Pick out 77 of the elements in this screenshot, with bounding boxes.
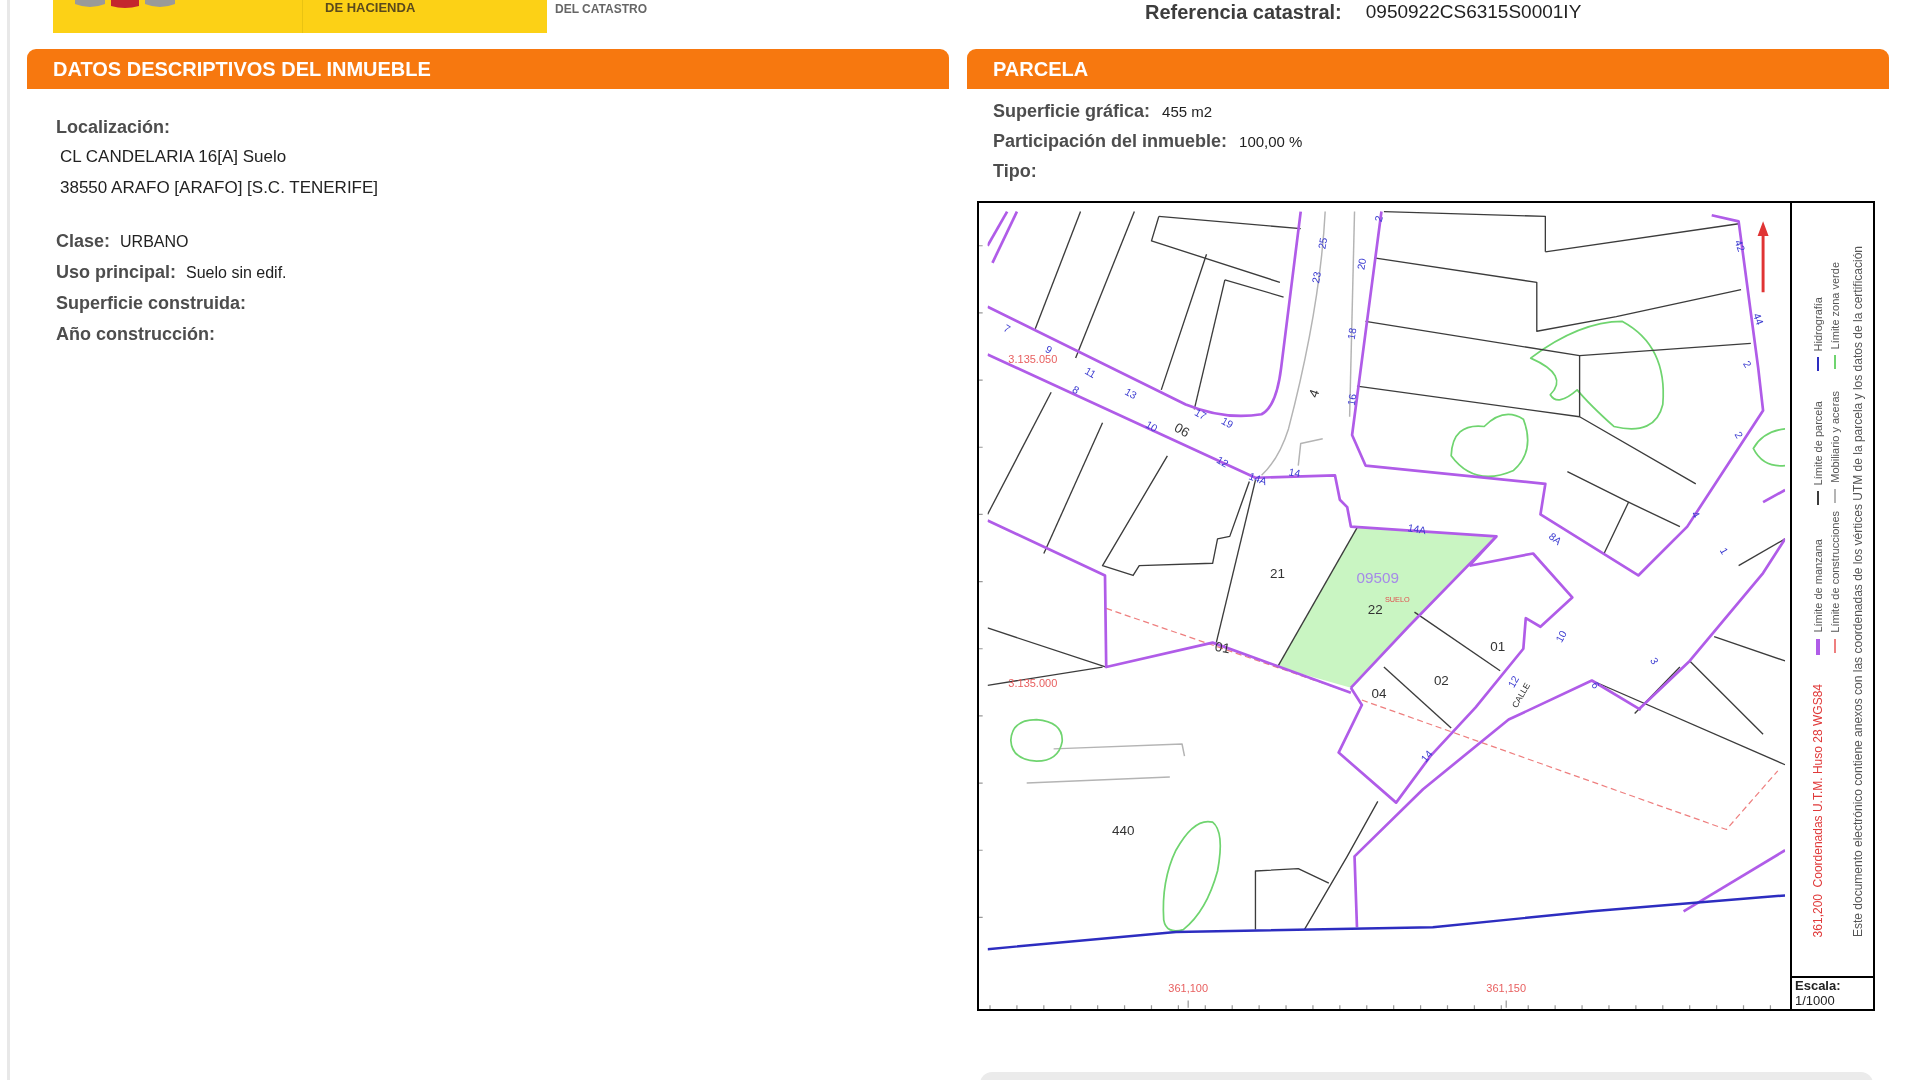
reference-label: Referencia catastral: (1145, 0, 1342, 24)
scale-label: Escala: (1795, 978, 1841, 993)
house-number: 10 (1143, 418, 1160, 435)
house-number: 14A (1247, 470, 1269, 488)
house-number: 3 (1648, 655, 1661, 667)
house-number: 14 (1418, 748, 1435, 765)
parcel-number: 02 (1433, 673, 1449, 688)
address-line: CL CANDELARIA 16[A] Suelo (60, 146, 287, 167)
field-value: Suelo sin edif. (186, 263, 287, 283)
house-number: 18 (1345, 327, 1359, 341)
house-number: 11 (1082, 365, 1098, 381)
house-number: 13 (1122, 385, 1139, 402)
field-label: Tipo: (993, 160, 1037, 182)
field-label: Uso principal: (56, 261, 176, 283)
coordinate-label: 3.135.050 (1008, 353, 1058, 366)
house-number: 44 (1751, 311, 1766, 327)
parcel-number: 440 (1112, 823, 1135, 839)
house-number: 7 (1001, 322, 1013, 335)
house-number: 10 (1553, 628, 1569, 645)
house-number: 23 (1310, 270, 1324, 285)
house-number: 14A (1406, 522, 1427, 537)
legend-label: Límite de parcela (1811, 400, 1825, 485)
logo-text: DE HACIENDA (325, 0, 416, 15)
parcel-number: 06 (1171, 419, 1193, 441)
house-number: 12 (1214, 454, 1231, 470)
field-label: Superficie construida: (56, 292, 247, 314)
house-number: 8A (1546, 530, 1564, 548)
house-number: 2 (1740, 358, 1754, 370)
scale-value: 1/1000 (1795, 993, 1835, 1008)
section-header: DATOS DESCRIPTIVOS DEL INMUEBLE (27, 49, 949, 89)
house-number: 20 (1355, 257, 1369, 271)
parcel-number: 22 (1367, 602, 1383, 618)
certification-note: Este documento electrónico contiene anexos con las coordenadas de los vértices UTM de la parcela y los datos de la certificación (1851, 245, 1865, 937)
house-number: 2 (1372, 214, 1386, 224)
legend-label: Límite de construcciones (1828, 511, 1842, 633)
legend-label: Hidrografía (1811, 296, 1825, 351)
house-number: 6 (1589, 680, 1602, 691)
house-number: 4 (1689, 509, 1703, 520)
house-number: 16 (1345, 393, 1359, 407)
coordinate-label: 361,100 (1168, 982, 1209, 995)
organization-name: DEL CATASTRO (555, 2, 648, 16)
arrow-icon (1757, 221, 1769, 293)
section-header: PARCELA (967, 49, 1889, 89)
house-number: 1 (1717, 545, 1731, 557)
field-label: Participación del inmueble: (993, 130, 1228, 152)
reference-value: 0950922CS6315S0001IY (1365, 0, 1582, 24)
parcel-number: 4 (1305, 387, 1323, 400)
field-label: Superficie gráfica: (993, 100, 1151, 122)
parcel-number: 04 (1371, 686, 1387, 702)
address-line: 38550 ARAFO [ARAFO] [S.C. TENERIFE] (60, 177, 379, 198)
parcel-number: 01 (1213, 638, 1232, 657)
field-value: 100,00 % (1239, 132, 1303, 152)
legend-label: Límite zona verde (1828, 261, 1842, 349)
emblem-icon (75, 0, 175, 9)
legend-label: Límite de manzana (1811, 539, 1825, 633)
house-number: 9 (1043, 343, 1054, 356)
coordinate-label: 361,200 (1811, 893, 1825, 937)
coordinate-system-label: Coordenadas U.T.M. Huso 28 WGS84 (1811, 684, 1825, 888)
parcel-number: 21 (1270, 565, 1285, 581)
field-value: URBANO (120, 232, 189, 252)
house-number: 8 (1070, 383, 1081, 397)
house-number: 25 (1316, 236, 1330, 250)
coordinate-label: 3.135.000 (1008, 676, 1058, 689)
house-number: 2 (1732, 429, 1745, 441)
legend-label: Mobiliario y aceras (1828, 391, 1842, 483)
house-number: 42 (1732, 238, 1747, 254)
field-value: 455 m2 (1162, 102, 1213, 122)
field-label: Clase: (56, 230, 111, 252)
parcel-code: 09509 (1356, 569, 1399, 587)
parcel-number: 01 (1490, 638, 1506, 654)
field-label: Año construcción: (56, 323, 215, 345)
house-number: 14 (1287, 466, 1302, 480)
land-use-label: SUELO (1384, 595, 1410, 605)
coordinate-label: 361,150 (1486, 982, 1527, 995)
house-number: 19 (1219, 415, 1236, 431)
field-label: Localización: (56, 116, 171, 138)
house-number: 17 (1192, 406, 1209, 422)
